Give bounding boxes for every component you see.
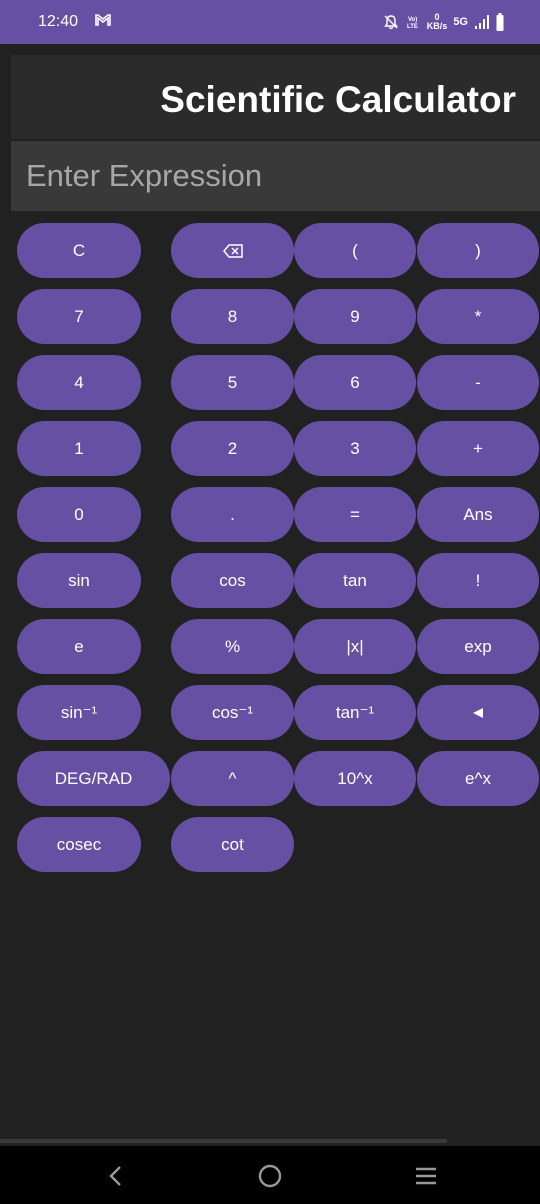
mute-icon <box>383 14 399 30</box>
app-title-bar: Scientific Calculator <box>11 55 540 139</box>
atan-button[interactable]: tan⁻¹ <box>294 685 416 740</box>
network-speed-unit: KB/s <box>426 21 448 31</box>
percent-button[interactable]: % <box>171 619 294 674</box>
home-icon <box>258 1164 282 1188</box>
asin-button[interactable]: sin⁻¹ <box>17 685 141 740</box>
status-time: 12:40 <box>38 13 79 30</box>
ans-button[interactable]: Ans <box>417 487 539 542</box>
acos-button[interactable]: cos⁻¹ <box>171 685 294 740</box>
eight-button[interactable]: 8 <box>171 289 294 344</box>
equals-button[interactable]: = <box>294 487 416 542</box>
backspace-button[interactable] <box>171 223 294 278</box>
close-paren-button[interactable]: ) <box>417 223 539 278</box>
network-type: 5G <box>453 16 468 28</box>
cosec-button[interactable]: cosec <box>17 817 141 872</box>
expression-input[interactable] <box>11 141 540 211</box>
cot-button[interactable]: cot <box>171 817 294 872</box>
recents-button[interactable] <box>406 1160 446 1192</box>
one-button[interactable]: 1 <box>17 421 141 476</box>
svg-text:LTE: LTE <box>407 24 418 30</box>
tan-button[interactable]: tan <box>294 553 416 608</box>
cursor-left-button[interactable] <box>417 685 539 740</box>
backspace-icon <box>222 243 243 258</box>
scroll-indicator <box>0 1139 447 1143</box>
svg-text:Vo): Vo) <box>408 17 417 23</box>
nine-button[interactable]: 9 <box>294 289 416 344</box>
signal-icon <box>474 15 490 29</box>
cos-button[interactable]: cos <box>171 553 294 608</box>
back-icon <box>109 1166 121 1186</box>
e-pow-button[interactable]: e^x <box>417 751 539 806</box>
clear-button[interactable]: C <box>17 223 141 278</box>
status-bar: 12:40 Vo) LTE 0 KB/s 5G <box>0 0 540 44</box>
zero-button[interactable]: 0 <box>17 487 141 542</box>
two-button[interactable]: 2 <box>171 421 294 476</box>
exp-button[interactable]: exp <box>417 619 539 674</box>
abs-button[interactable]: |x| <box>294 619 416 674</box>
app-title: Scientific Calculator <box>160 79 516 120</box>
menu-icon <box>416 1167 436 1185</box>
ten-pow-button[interactable]: 10^x <box>294 751 416 806</box>
open-paren-button[interactable]: ( <box>294 223 416 278</box>
five-button[interactable]: 5 <box>171 355 294 410</box>
dot-button[interactable]: . <box>171 487 294 542</box>
network-speed: 0 KB/s <box>427 13 448 31</box>
volte-icon: Vo) LTE <box>405 14 421 30</box>
back-button[interactable] <box>95 1160 135 1192</box>
sin-button[interactable]: sin <box>17 553 141 608</box>
minus-button[interactable]: - <box>417 355 539 410</box>
status-icons: Vo) LTE 0 KB/s 5G <box>383 11 504 33</box>
three-button[interactable]: 3 <box>294 421 416 476</box>
multiply-button[interactable]: * <box>417 289 539 344</box>
gmail-icon <box>94 12 112 30</box>
deg-rad-button[interactable]: DEG/RAD <box>17 751 170 806</box>
e-button[interactable]: e <box>17 619 141 674</box>
four-button[interactable]: 4 <box>17 355 141 410</box>
six-button[interactable]: 6 <box>294 355 416 410</box>
power-button[interactable]: ^ <box>171 751 294 806</box>
factorial-button[interactable]: ! <box>417 553 539 608</box>
home-button[interactable] <box>250 1160 290 1192</box>
battery-icon <box>496 13 504 31</box>
plus-button[interactable]: + <box>417 421 539 476</box>
triangle-left-icon <box>473 707 483 718</box>
seven-button[interactable]: 7 <box>17 289 141 344</box>
